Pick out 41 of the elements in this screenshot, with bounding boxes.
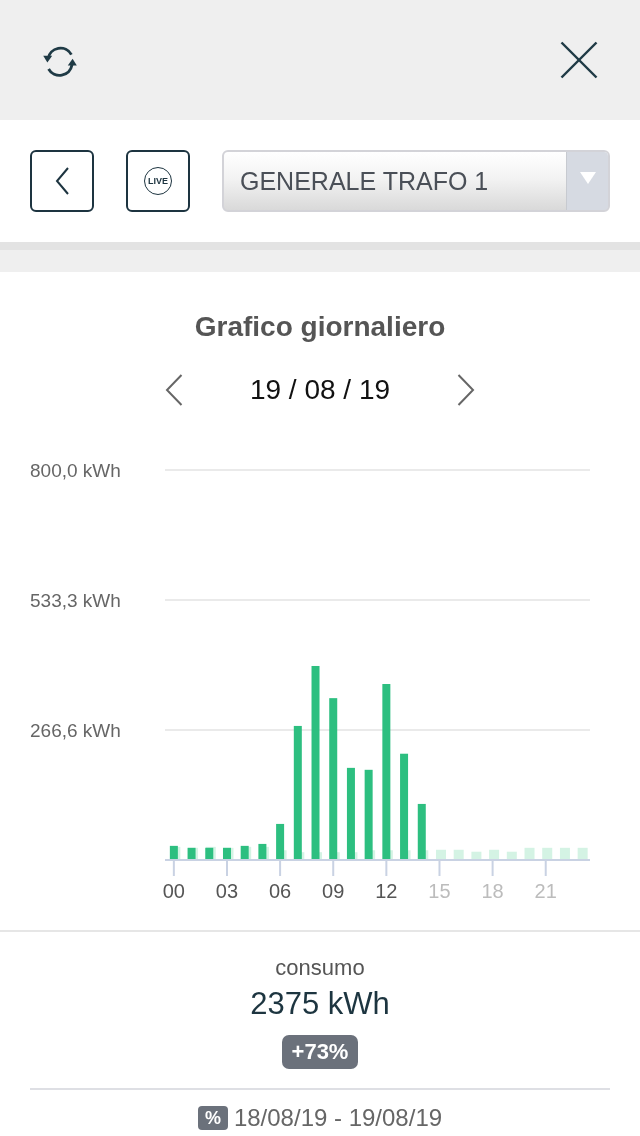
faded-hour-bar: [436, 849, 446, 860]
faded-hour-bar: [471, 851, 482, 860]
x-axis-label: 21: [534, 880, 557, 902]
hour-bar: [169, 845, 178, 860]
change-badge: +73%: [281, 1035, 359, 1069]
y-axis-label: 800,0 kWh: [30, 460, 121, 481]
x-axis-label: 15: [428, 880, 451, 902]
meter-dropdown[interactable]: GENERALE TRAFO 1: [222, 150, 610, 212]
consumption-value: 2375 kWh: [250, 985, 390, 1023]
faded-hour-bar: [489, 849, 500, 860]
faded-hour-bar: [453, 849, 464, 860]
x-axis-label: 06: [269, 880, 292, 902]
faded-hour-bar: [559, 847, 570, 860]
hour-bar: [258, 843, 267, 860]
x-axis-label: 18: [481, 880, 504, 902]
close-icon[interactable]: [560, 41, 598, 79]
caret-icon: [566, 152, 608, 210]
hour-bar: [240, 845, 249, 860]
faded-hour-bar: [542, 847, 553, 860]
faded-hour-bar: [577, 847, 588, 860]
hour-bar: [276, 823, 285, 860]
hour-bar: [187, 847, 196, 860]
compare-range: 18/08/19 - 19/08/19: [233, 1104, 443, 1132]
chart-title: Grafico giornaliero: [193, 310, 447, 344]
chevron-left-icon[interactable]: [165, 374, 183, 406]
faded-hour-bar: [506, 851, 517, 860]
y-axis-label: 266,6 kWh: [30, 720, 121, 742]
hour-bar: [417, 803, 426, 860]
x-axis-label: 12: [375, 880, 398, 902]
live-button[interactable]: LIVE: [126, 150, 190, 212]
y-axis-label: 533,3 kWh: [30, 590, 121, 611]
chevron-right-icon[interactable]: [457, 374, 475, 406]
x-axis-label: 03: [215, 880, 239, 902]
percent-tag: %: [197, 1106, 228, 1130]
consumption-label: consumo: [275, 954, 365, 982]
back-button[interactable]: [30, 150, 94, 212]
chevron-left-icon: [55, 167, 69, 195]
faded-hour-bar: [524, 847, 535, 860]
date-label: 19 / 08 / 19: [249, 373, 391, 407]
x-axis-label: 00: [162, 880, 185, 902]
x-axis-label: 09: [322, 880, 345, 902]
